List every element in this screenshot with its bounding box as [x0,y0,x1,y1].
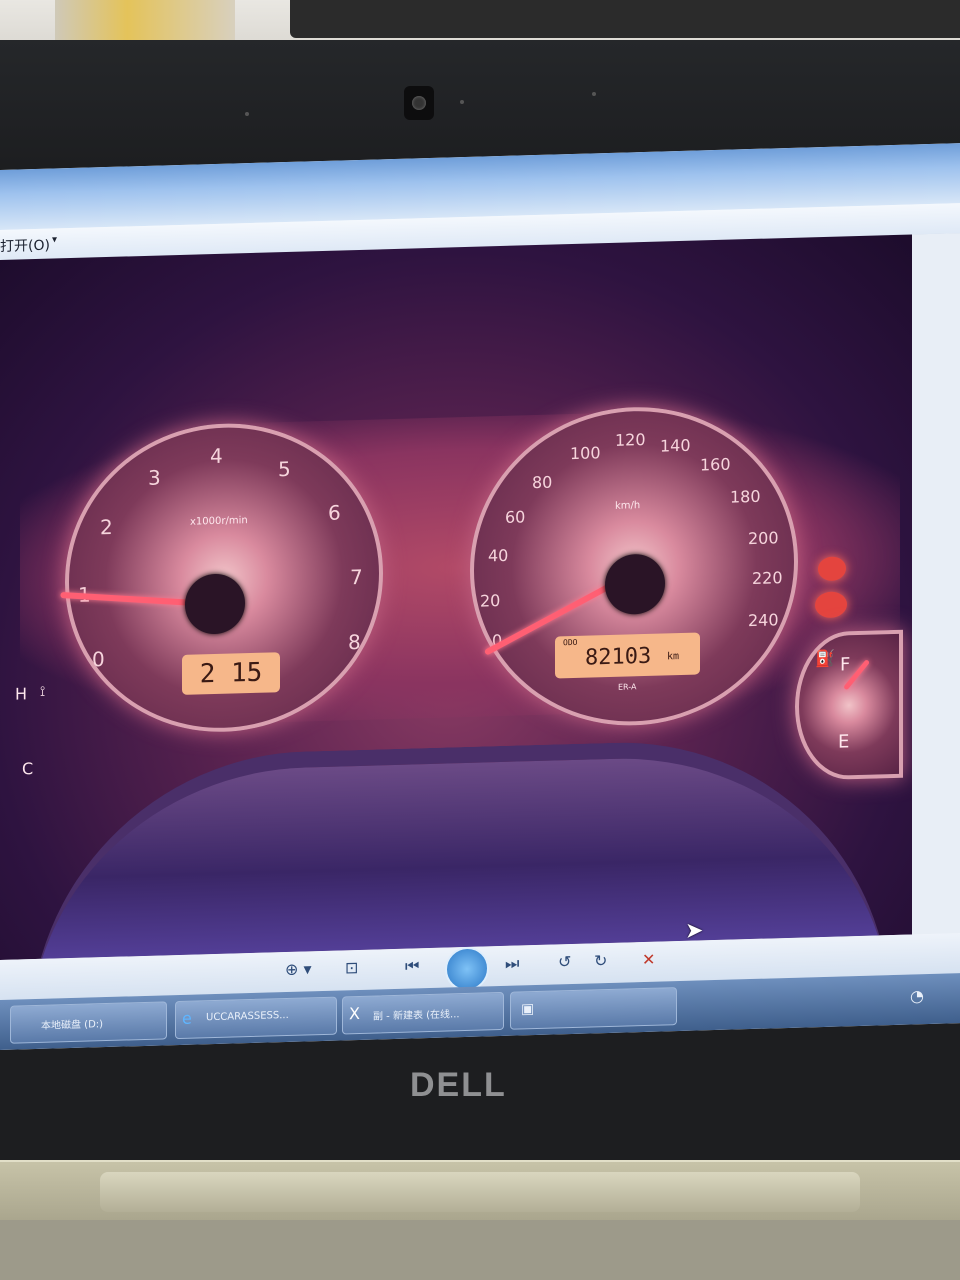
speed-tick-label: 40 [488,545,509,566]
temp-hot-label: H [15,684,28,704]
temp-cold-label: C [22,759,34,779]
speed-tick-label: 200 [748,528,779,549]
previous-button[interactable]: ⏮ [405,956,419,980]
rotate-ccw-button[interactable]: ↺ [558,952,571,976]
odometer-unit: km [667,651,680,663]
speed-tick-label: 160 [700,454,731,475]
tach-tick-label: 6 [328,500,341,525]
dell-logo: DELL [410,1066,507,1104]
taskbar-item-label: UCCARASSESS... [206,1009,289,1024]
bezel-led [592,92,596,96]
trip-display: 2 15 [182,652,280,695]
speed-tick-label: 100 [570,443,601,464]
speed-tick-label: 60 [505,507,526,527]
open-menu-button[interactable]: 打开(O) [0,235,50,256]
taskbar-item[interactable]: 本地磁盘 (D:) [10,1001,167,1044]
delete-button[interactable]: ✕ [642,950,655,974]
rotate-cw-button[interactable]: ↻ [594,951,607,975]
speed-tick-label: 20 [480,591,501,611]
dashboard-photo: x1000r/min 0 1 2 3 4 5 6 7 8 2 15 km/h 0… [0,234,912,961]
taskbar-item[interactable]: X 副 - 新建表 (在线... [342,991,504,1035]
odometer-value: 82103 [585,643,652,671]
photo-viewer-area: x1000r/min 0 1 2 3 4 5 6 7 8 2 15 km/h 0… [0,233,960,961]
tach-tick-label: 3 [148,465,161,490]
zoom-button[interactable]: ⊕ ▾ [285,959,312,984]
taskbar-item[interactable]: e UCCARASSESS... [175,996,337,1040]
fuel-gauge [795,629,903,781]
taskbar-item[interactable]: ▣ [510,987,677,1030]
taskbar-item-label: 副 - 新建表 (在线... [373,1009,460,1023]
bezel-led [245,112,249,116]
speed-tick-label: 180 [730,486,761,507]
temperature-icon: ⟟ [40,683,46,700]
ie-icon: e [182,1008,192,1028]
bezel-led [460,100,464,104]
laptop-base [0,1220,960,1280]
tach-tick-label: 7 [350,564,363,590]
odometer-display: ODO 82103 km [555,632,700,679]
open-menu-arrow-icon[interactable]: ▾ [52,234,57,245]
tach-tick-label: 5 [278,456,291,482]
fuel-pump-icon: ⛽ [815,648,835,669]
speed-tick-label: 80 [532,472,553,493]
speed-tick-label: 140 [660,435,691,456]
speedometer-unit: km/h [615,500,641,512]
tachometer-unit: x1000r/min [190,515,248,528]
excel-icon: X [349,1003,360,1024]
tach-tick-label: 4 [210,443,223,469]
webcam-icon [404,86,434,120]
photo-viewer-icon: ▣ [521,1001,535,1018]
tray-icon[interactable]: ◔ [910,986,924,1005]
tach-tick-label: 8 [348,629,361,655]
next-button[interactable]: ⏭ [505,953,519,977]
odometer-label: ODO [563,637,578,648]
fit-window-button[interactable]: ⊡ [345,958,358,982]
speed-tick-label: 240 [748,610,779,631]
taskbar-item-label: 本地磁盘 (D:) [41,1019,104,1032]
fuel-full-label: F [840,654,851,676]
steering-wheel [30,735,890,961]
odometer-sub-label: ER-A [618,682,637,692]
background-object [290,0,960,38]
laptop-screen: 打开(O) ▾ x1000r/min 0 1 2 3 4 5 6 7 8 2 1… [0,143,960,1051]
fuel-empty-label: E [838,731,850,753]
tach-tick-label: 2 [100,514,113,540]
laptop-hinge-bar [100,1172,860,1212]
tach-tick-label: 0 [92,647,105,672]
speed-tick-label: 220 [752,568,783,588]
speed-tick-label: 120 [615,429,646,450]
